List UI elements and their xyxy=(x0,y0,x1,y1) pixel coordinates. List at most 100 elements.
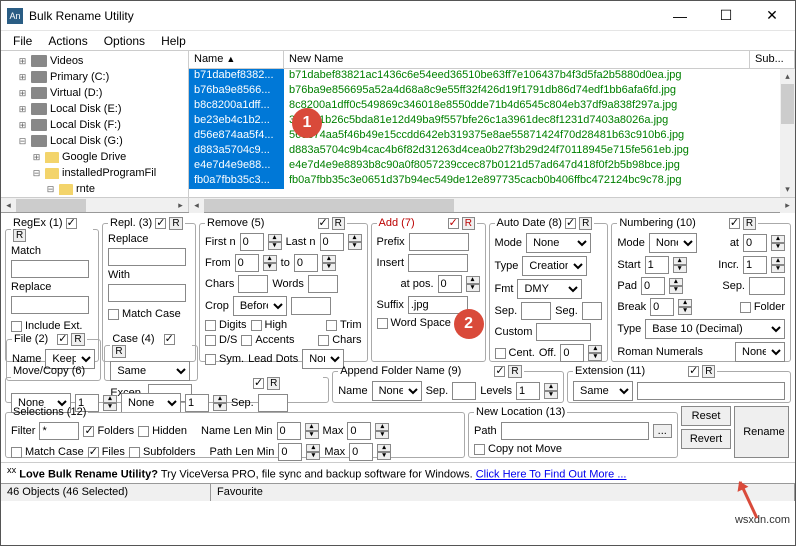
regex-inclext[interactable] xyxy=(11,321,22,332)
tree-item[interactable]: ⊟rnte xyxy=(3,181,186,197)
panel-selections: Selections (12) Filter Folders Hidden Na… xyxy=(5,406,465,458)
newloc-path[interactable] xyxy=(501,422,649,440)
close-button[interactable]: ✕ xyxy=(749,1,795,31)
revert-button[interactable]: Revert xyxy=(681,429,731,449)
autodate-off[interactable] xyxy=(560,344,584,362)
numbering-toggle[interactable] xyxy=(729,218,740,229)
remove-lastn[interactable] xyxy=(320,233,344,251)
sel-filter[interactable] xyxy=(39,422,79,440)
numbering-start[interactable] xyxy=(645,256,669,274)
panel-remove: Remove (5) R First n ▴▾ Last n ▴▾ From ▴… xyxy=(199,217,368,362)
numbering-type[interactable]: Base 10 (Decimal) xyxy=(645,319,785,339)
panel-autodate: Auto Date (8) R Mode None Type Creation … xyxy=(489,217,609,362)
autodate-reset[interactable]: R xyxy=(579,217,592,230)
file-row[interactable]: d883a5704c9...d883a5704c9b4cac4b6f82d312… xyxy=(189,144,795,159)
options-panels: RegEx (1) R Match Replace Include Ext. R… xyxy=(1,213,795,462)
regex-toggle[interactable] xyxy=(66,218,77,229)
menu-options[interactable]: Options xyxy=(96,34,153,48)
tree-item[interactable]: ⊟installedProgramFil xyxy=(3,165,186,181)
add-prefix[interactable] xyxy=(409,233,469,251)
repl-matchcase[interactable] xyxy=(108,309,119,320)
autodate-seg[interactable] xyxy=(582,302,602,320)
add-reset[interactable]: R xyxy=(462,217,475,230)
tree-item[interactable]: ⊞Local Disk (E:) xyxy=(3,101,186,117)
repl-replace-input[interactable] xyxy=(108,248,186,266)
tree-item[interactable]: ⊞Local Disk (F:) xyxy=(3,117,186,133)
add-atpos[interactable] xyxy=(438,275,462,293)
tree-item[interactable]: ⊞Google Drive xyxy=(3,149,186,165)
remove-crop[interactable]: Before xyxy=(233,296,287,316)
tree-item[interactable]: ⊞Videos xyxy=(3,53,186,69)
remove-from[interactable] xyxy=(235,254,259,272)
col-name[interactable]: Name ▲ xyxy=(189,51,284,68)
numbering-roman[interactable]: None xyxy=(735,342,785,362)
tree-item[interactable]: ⊞Primary (C:) xyxy=(3,69,186,85)
numbering-at[interactable] xyxy=(743,234,767,252)
remove-words[interactable] xyxy=(308,275,338,293)
reset-button[interactable]: Reset xyxy=(681,406,731,426)
ext-select[interactable]: Same xyxy=(573,381,633,401)
regex-match-input[interactable] xyxy=(11,260,89,278)
tree-hscroll[interactable]: ◂▸ xyxy=(1,197,188,212)
footnote: xx Love Bulk Rename Utility? Try ViceVer… xyxy=(1,462,795,483)
callout-1: 1 xyxy=(292,108,322,138)
regex-replace-input[interactable] xyxy=(11,296,89,314)
list-vscroll[interactable]: ▴▾ xyxy=(780,69,795,197)
file-row[interactable]: b8c8200a1dff... 8c8200a1dff0c549869c3460… xyxy=(189,99,795,114)
numbering-mode[interactable]: None xyxy=(649,233,697,253)
file-row[interactable]: fb0a7fbb35c3...fb0a7fbb35c3e0651d37b94ec… xyxy=(189,174,795,189)
numbering-break[interactable] xyxy=(650,298,674,316)
remove-toggle[interactable] xyxy=(318,218,329,229)
remove-to[interactable] xyxy=(294,254,318,272)
panel-extension: Extension (11) R Same xyxy=(567,365,791,403)
watermark: wsxdn.com xyxy=(735,514,790,526)
tree-item[interactable]: ⊞Virtual (D:) xyxy=(3,85,186,101)
app-icon: An xyxy=(7,8,23,24)
regex-reset[interactable]: R xyxy=(13,229,26,242)
autodate-custom[interactable] xyxy=(536,323,591,341)
file-row[interactable]: d56e874aa5f4... 56e874aa5f46b49e15ccdd64… xyxy=(189,129,795,144)
file-list[interactable]: Name ▲ New Name Sub... b71dabef8382...b7… xyxy=(189,51,795,212)
repl-toggle[interactable] xyxy=(155,218,166,229)
statusbar: 46 Objects (46 Selected) Favourite xyxy=(1,483,795,501)
remove-firstn[interactable] xyxy=(240,233,264,251)
file-row[interactable]: b76ba9e8566...b76ba9e856695a52a4d68a8c9e… xyxy=(189,84,795,99)
remove-crop-val[interactable] xyxy=(291,297,331,315)
menu-actions[interactable]: Actions xyxy=(40,34,95,48)
numbering-reset[interactable]: R xyxy=(743,217,756,230)
append-name[interactable]: None xyxy=(372,381,422,401)
add-insert[interactable] xyxy=(408,254,468,272)
add-toggle[interactable] xyxy=(448,218,459,229)
titlebar: An Bulk Rename Utility — ☐ ✕ xyxy=(1,1,795,31)
file-row[interactable]: b71dabef8382...b71dabef83821ac1436c6e54e… xyxy=(189,69,795,84)
autodate-sep[interactable] xyxy=(521,302,551,320)
rename-button[interactable]: Rename xyxy=(734,406,789,458)
numbering-pad[interactable] xyxy=(641,277,665,295)
minimize-button[interactable]: — xyxy=(657,1,703,31)
col-sub[interactable]: Sub... xyxy=(750,51,795,68)
folder-tree[interactable]: ⊞Videos⊞Primary (C:)⊞Virtual (D:)⊞Local … xyxy=(1,51,189,212)
list-hscroll[interactable]: ◂▸ xyxy=(189,197,795,212)
tree-item[interactable]: ⊟Local Disk (G:) xyxy=(3,133,186,149)
remove-reset[interactable]: R xyxy=(332,217,345,230)
menu-help[interactable]: Help xyxy=(153,34,194,48)
maximize-button[interactable]: ☐ xyxy=(703,1,749,31)
file-row[interactable]: e4e7d4e9e88...e4e7d4e9e8893b8c90a0f80572… xyxy=(189,159,795,174)
panel-newlocation: New Location (13) Path ... Copy not Move xyxy=(468,406,678,458)
numbering-incr[interactable] xyxy=(743,256,767,274)
repl-reset[interactable]: R xyxy=(169,217,182,230)
menu-file[interactable]: File xyxy=(5,34,40,48)
newloc-browse[interactable]: ... xyxy=(653,424,672,438)
col-newname[interactable]: New Name xyxy=(284,51,750,68)
autodate-type[interactable]: Creation (Cur xyxy=(522,256,587,276)
status-objects: 46 Objects (46 Selected) xyxy=(1,484,211,501)
autodate-toggle[interactable] xyxy=(565,218,576,229)
remove-chars[interactable] xyxy=(238,275,268,293)
panel-append: Append Folder Name (9) R Name None Sep. … xyxy=(332,365,564,403)
footnote-link[interactable]: Click Here To Find Out More ... xyxy=(476,469,627,481)
numbering-sep[interactable] xyxy=(749,277,785,295)
repl-with-input[interactable] xyxy=(108,284,186,302)
autodate-mode[interactable]: None xyxy=(526,233,591,253)
autodate-fmt[interactable]: DMY xyxy=(517,279,582,299)
file-row[interactable]: be23eb4c1b2... 3eb4c1b26c5bda81e12d49ba9… xyxy=(189,114,795,129)
